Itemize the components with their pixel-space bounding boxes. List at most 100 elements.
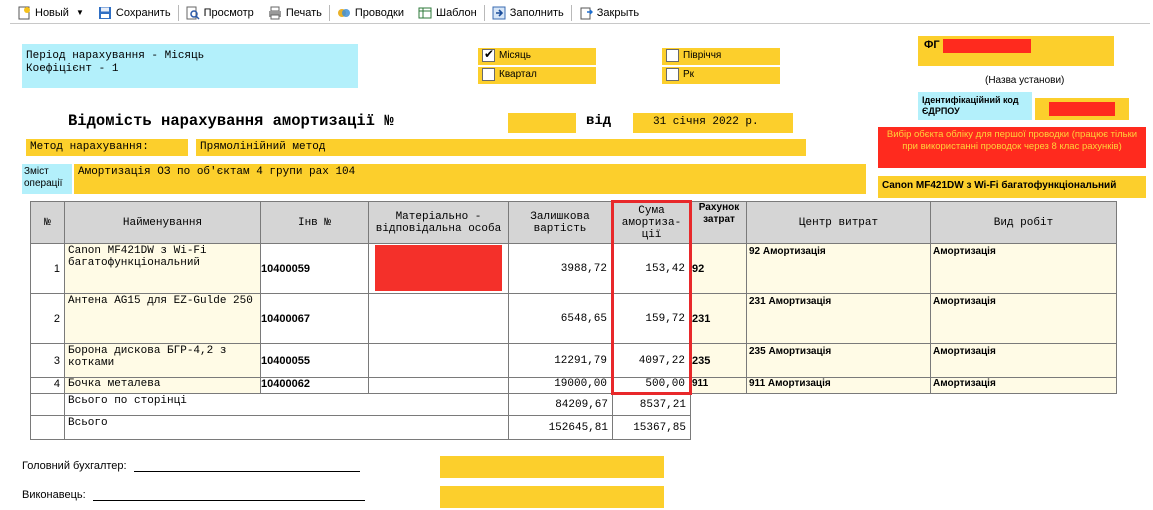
row-account[interactable]: 235 (690, 343, 747, 378)
year-option[interactable]: Рк (662, 67, 780, 84)
row-person[interactable] (368, 343, 509, 378)
preview-button[interactable]: Просмотр (179, 3, 261, 23)
column-header-account: Рахунок затрат (690, 201, 747, 244)
row-number: 3 (30, 343, 65, 378)
total-blank-cell (30, 393, 65, 416)
row-name[interactable]: Антена AG15 для EZ-Gulde 250 (64, 293, 261, 344)
row-number: 4 (30, 377, 65, 394)
row-account[interactable]: 92 (690, 243, 747, 294)
new-button[interactable]: Новый ▼ (10, 3, 91, 23)
row-cost-center[interactable]: 235 Амортизація (746, 343, 931, 378)
print-button-label: Печать (285, 6, 322, 19)
doc-number-field[interactable] (508, 113, 576, 133)
row-residual[interactable]: 6548,65 (508, 293, 613, 344)
executor-name-field[interactable] (440, 486, 664, 508)
save-button-label: Сохранить (115, 6, 171, 19)
save-icon (98, 6, 111, 19)
quarter-checkbox[interactable] (482, 68, 495, 81)
column-header-amount: Сума амортиза-ції (611, 200, 692, 244)
half-year-option[interactable]: Півріччя (662, 48, 780, 65)
depreciation-table: № Найменування Інв № Матеріально - відпо… (30, 200, 1117, 440)
row-cost-center[interactable]: 911 Амортизація (746, 377, 931, 394)
row-amount[interactable]: 500,00 (611, 377, 692, 395)
column-header-cost-center: Центр витрат (746, 201, 931, 244)
template-button[interactable]: Шаблон (411, 3, 484, 23)
row-person[interactable] (368, 377, 509, 394)
grand-total-residual: 152645,81 (508, 415, 613, 440)
row-cost-center[interactable]: 231 Амортизація (746, 293, 931, 344)
toolbar: Новый ▼ Сохранить Просмотр Печать Провод… (10, 2, 1150, 24)
row-account[interactable]: 231 (690, 293, 747, 344)
preview-button-label: Просмотр (203, 6, 254, 19)
table-header-row: № Найменування Інв № Матеріально - відпо… (30, 200, 1117, 244)
close-button[interactable]: Закрыть (572, 3, 646, 23)
print-button[interactable]: Печать (261, 3, 329, 23)
table-row[interactable]: 2 Антена AG15 для EZ-Gulde 250 10400067 … (30, 293, 1117, 344)
method-field[interactable]: Прямолінійний метод (196, 139, 806, 156)
row-residual[interactable]: 3988,72 (508, 243, 613, 294)
page-total-amount: 8537,21 (612, 393, 691, 416)
redacted-edrpou (1049, 102, 1115, 116)
row-inv[interactable]: 10400067 (260, 293, 369, 344)
redacted-person (375, 245, 502, 291)
table-row[interactable]: 4 Бочка металева 10400062 19000,00 500,0… (30, 377, 1117, 395)
column-header-residual: Залишкова вартість (508, 201, 613, 244)
chief-accountant-name-field[interactable] (440, 456, 664, 478)
save-button[interactable]: Сохранить (91, 3, 178, 23)
new-button-label: Новый (35, 6, 69, 19)
executor-signature-line (92, 489, 365, 501)
org-name-field[interactable]: ФГ (918, 36, 1114, 66)
edrpou-field[interactable] (1035, 98, 1129, 120)
table-row[interactable]: 1 Canon MF421DW з Wi-Fi багатофункціонал… (30, 243, 1117, 294)
row-name[interactable]: Canon MF421DW з Wi-Fi багатофункціональн… (64, 243, 261, 294)
postings-button[interactable]: Проводки (330, 3, 411, 23)
row-inv[interactable]: 10400062 (260, 377, 369, 394)
postings-icon (337, 8, 350, 17)
table-row[interactable]: 3 Борона дискова БГР-4,2 з котками 10400… (30, 343, 1117, 378)
column-header-person: Матеріально - відповідальна особа (368, 201, 509, 244)
chief-accountant-label: Головний бухгалтер: (22, 460, 127, 472)
object-select[interactable]: Canon MF421DW з Wi-Fi багатофункціональн… (878, 176, 1146, 198)
row-work-type[interactable]: Амортизація (930, 377, 1117, 394)
executor-label: Виконавець: (22, 489, 86, 501)
month-option[interactable]: Місяць (478, 47, 596, 65)
page-total-row: Всього по сторінці 84209,67 8537,21 (30, 393, 1117, 416)
grand-total-label: Всього (64, 415, 509, 440)
row-account[interactable]: 911 (690, 377, 747, 394)
chief-accountant-row: Головний бухгалтер: (22, 460, 360, 472)
row-work-type[interactable]: Амортизація (930, 293, 1117, 344)
doc-date-field[interactable]: 31 січня 2022 р. (633, 113, 793, 133)
row-amount[interactable]: 153,42 (611, 243, 692, 294)
column-header-work-type: Вид робіт (930, 201, 1117, 244)
half-year-checkbox[interactable] (666, 49, 679, 62)
content-field[interactable]: Амортизація ОЗ по об'єктам 4 групи рах 1… (74, 164, 866, 194)
row-work-type[interactable]: Амортизація (930, 243, 1117, 294)
row-person[interactable] (368, 293, 509, 344)
row-amount[interactable]: 4097,22 (611, 343, 692, 378)
row-cost-center[interactable]: 92 Амортизація (746, 243, 931, 294)
row-residual[interactable]: 19000,00 (508, 377, 613, 394)
row-work-type[interactable]: Амортизація (930, 343, 1117, 378)
row-person[interactable] (368, 243, 509, 294)
row-number: 1 (30, 243, 65, 294)
row-name[interactable]: Бочка металева (64, 377, 261, 394)
year-checkbox[interactable] (666, 68, 679, 81)
year-label: Рк (683, 69, 695, 81)
month-checkbox[interactable] (482, 47, 495, 62)
date-from-label: від (586, 113, 612, 129)
chevron-down-icon[interactable]: ▼ (76, 8, 84, 17)
row-inv[interactable]: 10400055 (260, 343, 369, 378)
row-name[interactable]: Борона дискова БГР-4,2 з котками (64, 343, 261, 378)
period-text: Період нарахування - Місяць (26, 50, 205, 62)
total-blank-cell (30, 415, 65, 440)
quarter-option[interactable]: Квартал (478, 67, 596, 84)
fill-button[interactable]: Заполнить (485, 3, 571, 23)
postings-button-label: Проводки (354, 6, 404, 19)
template-button-label: Шаблон (435, 6, 477, 19)
column-header-name: Найменування (64, 201, 261, 244)
row-inv[interactable]: 10400059 (260, 243, 369, 294)
row-amount[interactable]: 159,72 (611, 293, 692, 344)
row-residual[interactable]: 12291,79 (508, 343, 613, 378)
month-label: Місяць (499, 50, 531, 62)
chief-accountant-signature-line (133, 460, 360, 472)
